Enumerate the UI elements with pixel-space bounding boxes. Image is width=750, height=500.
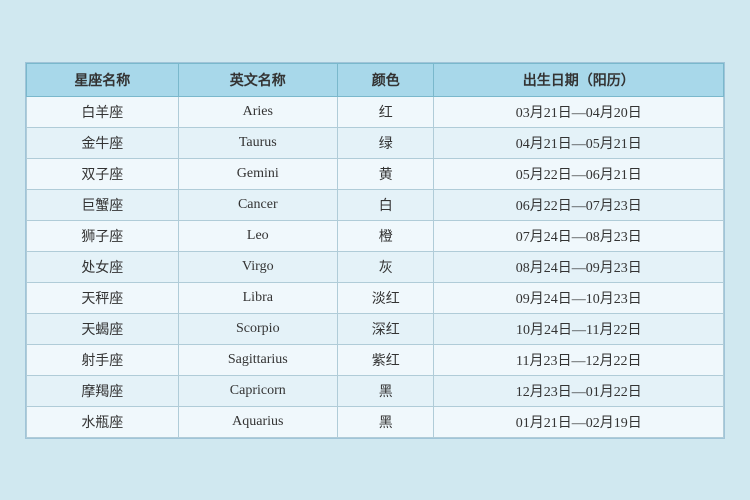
- table-row: 双子座Gemini黄05月22日—06月21日: [27, 158, 724, 189]
- table-header-row: 星座名称 英文名称 颜色 出生日期（阳历）: [27, 63, 724, 96]
- table-cell: Gemini: [178, 158, 337, 189]
- table-cell: 黄: [337, 158, 434, 189]
- table-cell: Taurus: [178, 127, 337, 158]
- table-cell: 09月24日—10月23日: [434, 282, 724, 313]
- table-cell: Virgo: [178, 251, 337, 282]
- table-cell: 11月23日—12月22日: [434, 344, 724, 375]
- table-row: 白羊座Aries红03月21日—04月20日: [27, 96, 724, 127]
- table-row: 狮子座Leo橙07月24日—08月23日: [27, 220, 724, 251]
- table-cell: Aquarius: [178, 406, 337, 437]
- table-cell: 04月21日—05月21日: [434, 127, 724, 158]
- table-cell: 12月23日—01月22日: [434, 375, 724, 406]
- table-cell: 10月24日—11月22日: [434, 313, 724, 344]
- header-color: 颜色: [337, 63, 434, 96]
- table-cell: 红: [337, 96, 434, 127]
- table-cell: 射手座: [27, 344, 179, 375]
- table-cell: 橙: [337, 220, 434, 251]
- table-cell: 01月21日—02月19日: [434, 406, 724, 437]
- table-cell: Libra: [178, 282, 337, 313]
- table-row: 巨蟹座Cancer白06月22日—07月23日: [27, 189, 724, 220]
- table-cell: 黑: [337, 375, 434, 406]
- table-row: 水瓶座Aquarius黑01月21日—02月19日: [27, 406, 724, 437]
- zodiac-table: 星座名称 英文名称 颜色 出生日期（阳历） 白羊座Aries红03月21日—04…: [26, 63, 724, 438]
- table-row: 摩羯座Capricorn黑12月23日—01月22日: [27, 375, 724, 406]
- table-cell: 黑: [337, 406, 434, 437]
- table-cell: 白: [337, 189, 434, 220]
- table-cell: 08月24日—09月23日: [434, 251, 724, 282]
- table-cell: 03月21日—04月20日: [434, 96, 724, 127]
- table-cell: 天蝎座: [27, 313, 179, 344]
- table-cell: 金牛座: [27, 127, 179, 158]
- table-cell: 07月24日—08月23日: [434, 220, 724, 251]
- table-cell: 摩羯座: [27, 375, 179, 406]
- header-dates: 出生日期（阳历）: [434, 63, 724, 96]
- table-cell: 白羊座: [27, 96, 179, 127]
- table-cell: Leo: [178, 220, 337, 251]
- header-english-name: 英文名称: [178, 63, 337, 96]
- zodiac-table-container: 星座名称 英文名称 颜色 出生日期（阳历） 白羊座Aries红03月21日—04…: [25, 62, 725, 439]
- table-cell: 水瓶座: [27, 406, 179, 437]
- table-row: 天蝎座Scorpio深红10月24日—11月22日: [27, 313, 724, 344]
- table-cell: 处女座: [27, 251, 179, 282]
- table-cell: Scorpio: [178, 313, 337, 344]
- table-cell: 天秤座: [27, 282, 179, 313]
- table-cell: 双子座: [27, 158, 179, 189]
- table-row: 天秤座Libra淡红09月24日—10月23日: [27, 282, 724, 313]
- table-cell: 巨蟹座: [27, 189, 179, 220]
- table-cell: Capricorn: [178, 375, 337, 406]
- table-cell: Sagittarius: [178, 344, 337, 375]
- table-cell: 深红: [337, 313, 434, 344]
- table-row: 射手座Sagittarius紫红11月23日—12月22日: [27, 344, 724, 375]
- table-cell: Cancer: [178, 189, 337, 220]
- table-cell: 05月22日—06月21日: [434, 158, 724, 189]
- table-cell: 淡红: [337, 282, 434, 313]
- table-cell: 灰: [337, 251, 434, 282]
- table-cell: 06月22日—07月23日: [434, 189, 724, 220]
- table-cell: 狮子座: [27, 220, 179, 251]
- table-cell: 绿: [337, 127, 434, 158]
- header-chinese-name: 星座名称: [27, 63, 179, 96]
- table-cell: 紫红: [337, 344, 434, 375]
- table-cell: Aries: [178, 96, 337, 127]
- table-row: 金牛座Taurus绿04月21日—05月21日: [27, 127, 724, 158]
- table-row: 处女座Virgo灰08月24日—09月23日: [27, 251, 724, 282]
